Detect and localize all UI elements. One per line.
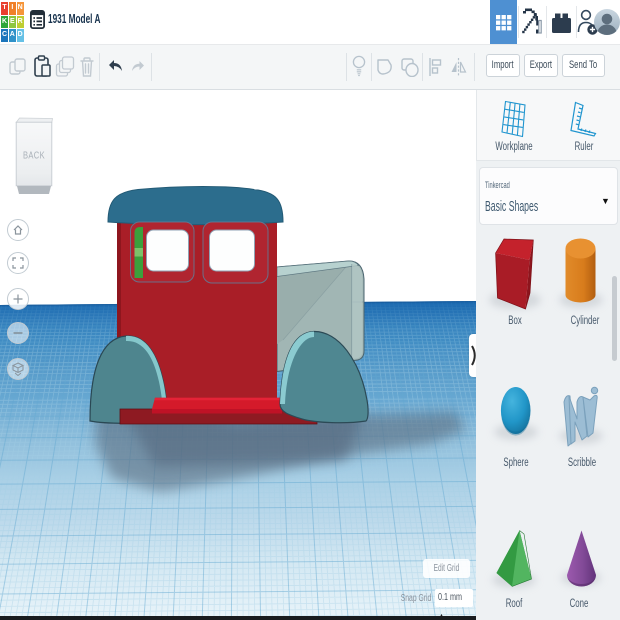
svg-text:BACK: BACK [23,149,45,160]
